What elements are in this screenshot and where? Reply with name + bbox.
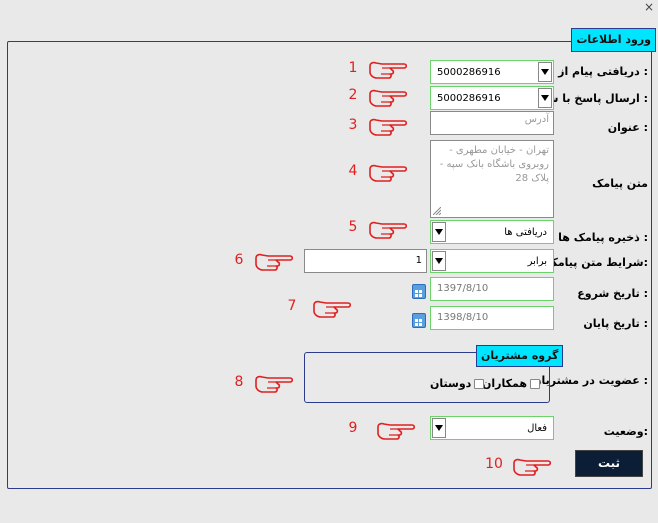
status-value: فعال <box>527 422 547 434</box>
step-marker: 4 <box>348 163 358 179</box>
step-marker: 5 <box>348 219 358 235</box>
pointing-hand-icon <box>513 458 552 476</box>
save-in-label: ذخیره پیامک ها در : <box>542 231 648 244</box>
step-marker: 2 <box>348 87 358 103</box>
condition-count-input[interactable]: 1 <box>304 249 427 273</box>
message-label: متن پیامک <box>592 177 648 190</box>
start-date-input[interactable]: 1397/8/10 <box>430 277 554 301</box>
colleagues-label: همکاران <box>482 377 528 390</box>
save-in-select[interactable]: دریافتی ها <box>430 220 554 244</box>
step-marker: 7 <box>287 298 297 314</box>
condition-value: برابر <box>527 255 547 267</box>
send-number-select[interactable]: 5000286916 <box>430 86 554 110</box>
calendar-icon[interactable] <box>412 313 426 328</box>
title-input[interactable]: آدرس <box>430 111 554 135</box>
chevron-down-icon[interactable] <box>538 62 552 82</box>
pointing-hand-icon <box>377 422 416 440</box>
start-date-label: تاریخ شروع : <box>577 287 648 300</box>
calendar-icon[interactable] <box>412 284 426 299</box>
checkbox-box[interactable] <box>474 378 485 389</box>
submit-button[interactable]: ثبت <box>575 450 643 477</box>
pointing-hand-icon <box>255 375 294 393</box>
chevron-down-icon[interactable] <box>432 222 446 242</box>
step-marker: 1 <box>348 60 358 76</box>
friends-label: دوستان <box>430 377 472 390</box>
step-marker: 9 <box>348 420 358 436</box>
condition-select[interactable]: برابر <box>430 249 554 273</box>
end-date-input[interactable]: 1398/8/10 <box>430 306 554 330</box>
status-select[interactable]: فعال <box>430 416 554 440</box>
resize-grip-icon[interactable] <box>433 207 441 215</box>
checkbox-box[interactable] <box>530 378 541 389</box>
receive-number-value: 5000286916 <box>437 66 501 78</box>
status-label: وضعیت: <box>603 425 648 438</box>
pointing-hand-icon <box>369 61 408 79</box>
pointing-hand-icon <box>313 300 352 318</box>
end-date-label: تاریخ پایان : <box>583 317 648 330</box>
customer-group-legend: گروه مشتریان <box>476 345 564 367</box>
step-marker: 6 <box>234 252 244 268</box>
chevron-down-icon[interactable] <box>538 88 552 108</box>
condition-label: شرایط متن پیامک: <box>546 256 648 269</box>
save-in-value: دریافتی ها <box>504 226 547 238</box>
pointing-hand-icon <box>369 118 408 136</box>
close-icon[interactable]: × <box>643 1 655 13</box>
pointing-hand-icon <box>255 253 294 271</box>
pointing-hand-icon <box>369 89 408 107</box>
chevron-down-icon[interactable] <box>432 418 446 438</box>
message-text: تهران - خیابان مطهری - روبروی باشگاه بان… <box>439 145 549 184</box>
message-textarea[interactable]: تهران - خیابان مطهری - روبروی باشگاه بان… <box>430 140 554 218</box>
step-marker: 10 <box>485 456 503 472</box>
chevron-down-icon[interactable] <box>432 251 446 271</box>
pointing-hand-icon <box>369 164 408 182</box>
send-number-value: 5000286916 <box>437 92 501 104</box>
title-label: عنوان : <box>607 121 648 134</box>
colleagues-checkbox[interactable]: همکاران <box>482 377 541 390</box>
form-legend: ورود اطلاعات <box>571 28 656 52</box>
pointing-hand-icon <box>369 221 408 239</box>
step-marker: 3 <box>348 117 358 133</box>
step-marker: 8 <box>234 374 244 390</box>
friends-checkbox[interactable]: دوستان <box>430 377 485 390</box>
receive-number-select[interactable]: 5000286916 <box>430 60 554 84</box>
